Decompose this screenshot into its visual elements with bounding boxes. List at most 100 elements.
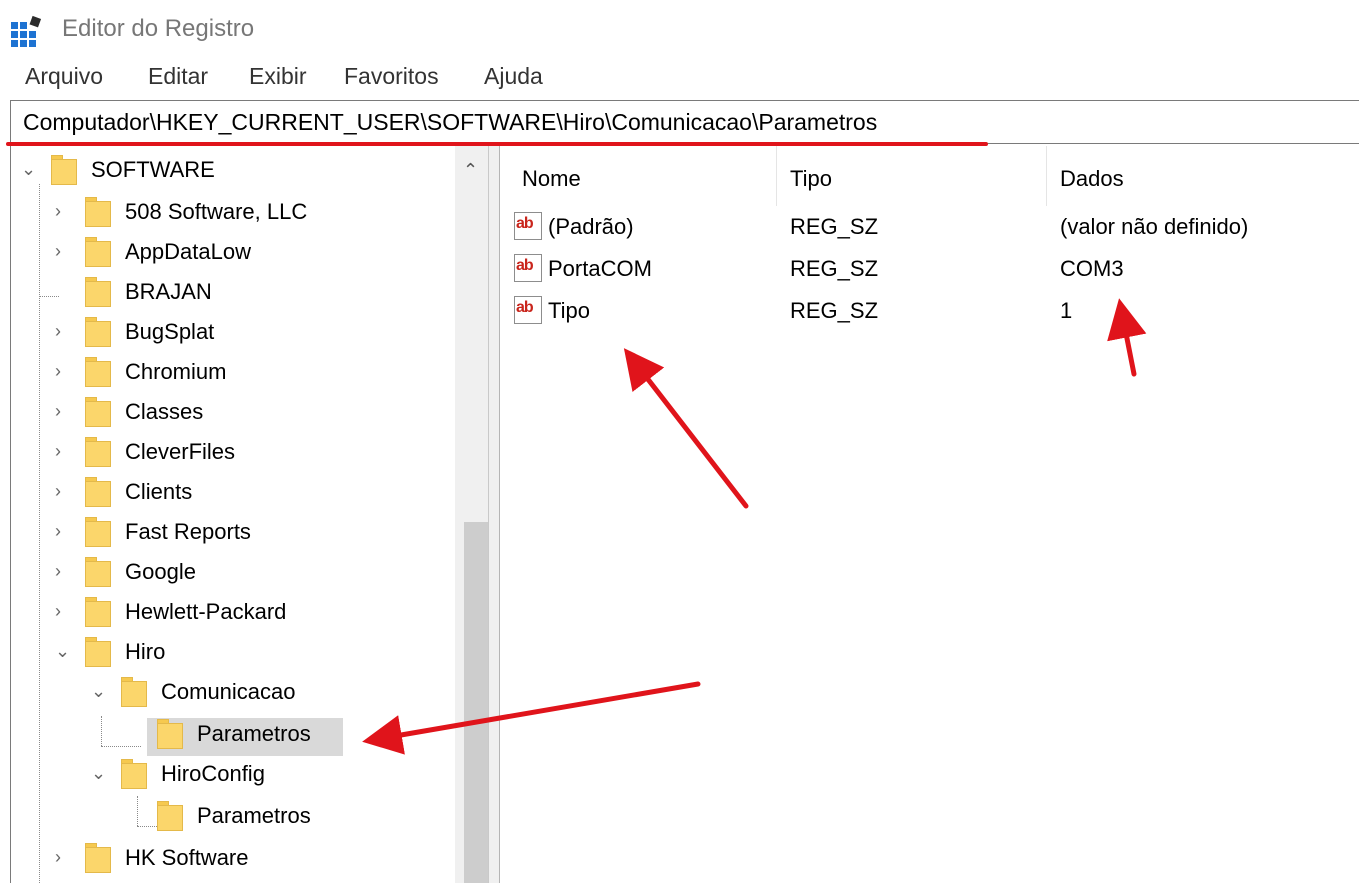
address-bar[interactable]: Computador\HKEY_CURRENT_USER\SOFTWARE\Hi… [10, 100, 1359, 144]
tree-item-label: Parametros [197, 803, 311, 828]
string-value-icon: ab [514, 296, 542, 324]
tree-item-label: Classes [125, 399, 204, 424]
window-title: Editor do Registro [62, 15, 255, 42]
pane-splitter[interactable] [488, 146, 500, 883]
menu-arquivo[interactable]: Arquivo [25, 63, 103, 90]
scroll-thumb[interactable] [464, 522, 488, 883]
folder-icon [85, 397, 111, 427]
tree-item-classes[interactable]: › Classes [11, 394, 451, 430]
tree-item-label: AppDataLow [125, 239, 251, 264]
tree-item-comunicacao[interactable]: ⌄ Comunicacao [11, 674, 451, 710]
tree-item-label: Comunicacao [161, 679, 296, 704]
tree-item-software[interactable]: ⌄ SOFTWARE [11, 152, 451, 188]
folder-icon [85, 317, 111, 347]
registry-editor-icon [11, 15, 42, 47]
folder-icon [85, 277, 111, 307]
tree-item-label: 508 Software, LLC [125, 199, 308, 224]
tree-item-label: Google [125, 559, 196, 584]
column-separator[interactable] [1046, 146, 1047, 206]
value-type: REG_SZ [790, 214, 879, 239]
value-type: REG_SZ [790, 298, 879, 323]
chevron-right-icon[interactable]: › [55, 522, 61, 540]
menu-exibir[interactable]: Exibir [249, 63, 307, 90]
menu-bar: Arquivo Editar Exibir Favoritos Ajuda [0, 60, 1359, 94]
menu-ajuda[interactable]: Ajuda [484, 63, 543, 90]
chevron-down-icon[interactable]: ⌄ [91, 764, 106, 782]
chevron-down-icon[interactable]: ⌄ [55, 642, 70, 660]
tree-item-label: HiroConfig [161, 761, 265, 786]
tree-item-cleverfiles[interactable]: › CleverFiles [11, 434, 451, 470]
tree-item-hk-software[interactable]: › HK Software [11, 840, 451, 876]
value-name: PortaCOM [548, 256, 652, 281]
value-name: (Padrão) [548, 214, 634, 239]
tree-item-clients[interactable]: › Clients [11, 474, 451, 510]
chevron-right-icon[interactable]: › [55, 242, 61, 260]
menu-favoritos[interactable]: Favoritos [344, 63, 439, 90]
tree-pane[interactable]: ⌄ SOFTWARE › 508 Software, LLC › AppData… [10, 146, 489, 883]
chevron-down-icon[interactable]: ⌄ [91, 682, 106, 700]
chevron-right-icon[interactable]: › [55, 402, 61, 420]
tree-item-label: Fast Reports [125, 519, 251, 544]
tree-item-label: BRAJAN [125, 279, 212, 304]
tree-item-label: BugSplat [125, 319, 215, 344]
tree-item-label: Chromium [125, 359, 227, 384]
chevron-right-icon[interactable]: › [55, 602, 61, 620]
tree-item-label: HK Software [125, 845, 249, 870]
scroll-up-icon[interactable]: ⌃ [463, 160, 478, 181]
value-data: 1 [1060, 298, 1073, 323]
menu-editar[interactable]: Editar [148, 63, 208, 90]
tree-item-chromium[interactable]: › Chromium [11, 354, 451, 390]
column-header-nome[interactable]: Nome [522, 166, 581, 192]
string-value-icon: ab [514, 254, 542, 282]
value-data: COM3 [1060, 256, 1124, 281]
column-header-dados[interactable]: Dados [1060, 166, 1124, 192]
address-path[interactable]: Computador\HKEY_CURRENT_USER\SOFTWARE\Hi… [23, 109, 877, 136]
chevron-right-icon[interactable]: › [55, 482, 61, 500]
tree-item-parametros[interactable]: Parametros [11, 798, 451, 834]
folder-icon [85, 237, 111, 267]
tree-item-google[interactable]: › Google [11, 554, 451, 590]
chevron-right-icon[interactable]: › [55, 322, 61, 340]
folder-icon [85, 843, 111, 873]
tree-item-hiro[interactable]: ⌄ Hiro [11, 634, 451, 670]
tree-item-label: SOFTWARE [91, 157, 215, 182]
chevron-right-icon[interactable]: › [55, 442, 61, 460]
tree-item-fast-reports[interactable]: › Fast Reports [11, 514, 451, 550]
chevron-right-icon[interactable]: › [55, 362, 61, 380]
tree-item-appdatalow[interactable]: › AppDataLow [11, 234, 451, 270]
chevron-right-icon[interactable]: › [55, 202, 61, 220]
tree-item-brajan[interactable]: BRAJAN [11, 274, 451, 310]
value-row[interactable]: ab PortaCOM REG_SZ COM3 [514, 252, 1344, 288]
title-bar: Editor do Registro [0, 0, 1359, 60]
tree-item-label: Clients [125, 479, 193, 504]
folder-icon [121, 759, 147, 789]
folder-icon [157, 801, 183, 831]
chevron-right-icon[interactable]: › [55, 562, 61, 580]
value-row[interactable]: ab Tipo REG_SZ 1 [514, 294, 1344, 330]
tree-item-parametros-selected[interactable]: Parametros [11, 716, 451, 752]
column-separator[interactable] [776, 146, 777, 206]
folder-icon [85, 557, 111, 587]
folder-icon [85, 517, 111, 547]
string-value-icon: ab [514, 212, 542, 240]
folder-icon [85, 597, 111, 627]
tree-item-hewlett-packard[interactable]: › Hewlett-Packard [11, 594, 451, 630]
tree-item-bugsplat[interactable]: › BugSplat [11, 314, 451, 350]
value-row[interactable]: ab (Padrão) REG_SZ (valor não definido) [514, 210, 1344, 246]
tree-item-hiroconfig[interactable]: ⌄ HiroConfig [11, 756, 451, 792]
tree-item-508-software[interactable]: › 508 Software, LLC [11, 194, 451, 230]
tree-item-label: Parametros [197, 721, 311, 746]
value-data: (valor não definido) [1060, 214, 1249, 239]
folder-icon [85, 637, 111, 667]
chevron-right-icon[interactable]: › [55, 848, 61, 866]
value-name: Tipo [548, 298, 590, 323]
column-header-tipo[interactable]: Tipo [790, 166, 832, 192]
tree-scrollbar[interactable]: ⌃ [455, 146, 489, 883]
folder-icon [85, 437, 111, 467]
folder-icon [85, 197, 111, 227]
values-pane[interactable]: Nome Tipo Dados ab (Padrão) REG_SZ (valo… [500, 146, 1359, 883]
chevron-down-icon[interactable]: ⌄ [21, 160, 36, 178]
folder-icon [121, 677, 147, 707]
tree-item-label: Hewlett-Packard [125, 599, 287, 624]
tree-item-label: CleverFiles [125, 439, 236, 464]
